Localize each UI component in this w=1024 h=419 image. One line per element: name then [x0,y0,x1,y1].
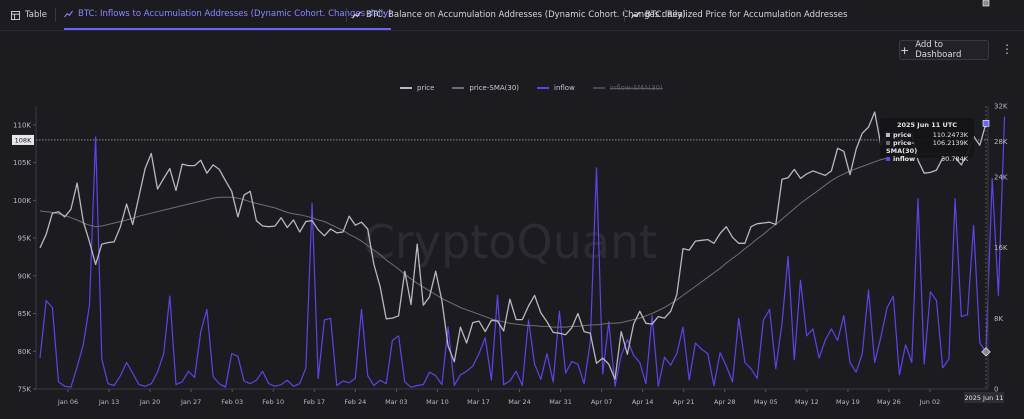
x-tick-label: May 19 [836,398,860,406]
x-tick-label: Jan 20 [139,398,160,406]
tooltip-swatch [886,133,890,137]
x-tick-label: Feb 10 [262,398,284,406]
left-tick-label: 100K [13,197,31,205]
x-tick-label: May 12 [795,398,819,406]
x-tick-label: Feb 03 [221,398,243,406]
left-tick-label: 80K [18,348,32,356]
chart-canvas[interactable]: CryptoQuant 75K80K85K90K95K100K105K110K0… [0,0,1024,419]
watermark: CryptoQuant [363,215,657,269]
x-tick-label: May 26 [877,398,901,406]
right-tick-label: 16K [994,244,1008,252]
x-tick-label: Apr 14 [632,398,654,406]
x-tick-label: Apr 21 [673,398,695,406]
right-tick-label: 24K [994,173,1008,181]
hover-point-price [982,120,990,127]
right-tick-label: 32K [994,103,1008,111]
x-tick-label: Jan 06 [57,398,78,406]
x-tick-label: Apr 28 [714,398,736,406]
x-tick-label: Mar 17 [467,398,490,406]
tooltip-swatch [886,157,890,161]
x-tick-label: Mar 03 [385,398,408,406]
tooltip-key: price-SMA(30) [886,139,918,155]
x-tick-label: May 05 [754,398,778,406]
reference-label: 108K [15,136,32,144]
tooltip-value: 110.2473K [932,131,968,139]
hover-marker: 2025 Jun 11 [964,0,1004,403]
x-tick-label: Feb 17 [303,398,325,406]
tooltip-row-price-sma: price-SMA(30) 106.2139K [886,139,968,155]
x-tick-label: Jan 27 [180,398,201,406]
x-tick-label: Feb 24 [344,398,366,406]
x-tick-label: Mar 24 [508,398,531,406]
tooltip-key: inflow [893,155,916,163]
tooltip-swatch [886,141,890,145]
right-tick-label: 28K [994,138,1008,146]
x-tick-label: Jan 13 [98,398,119,406]
tooltip-key: price [893,131,912,139]
tooltip-row-inflow: inflow 30.784K [886,155,968,163]
tooltip-value: 106.2139K [932,139,968,147]
left-tick-label: 75K [18,386,32,394]
x-tick-label: Jun 02 [919,398,941,406]
tooltip-date: 2025 Jun 11 UTC [896,121,958,129]
tooltip-value: 30.784K [940,155,968,163]
left-tick-label: 105K [13,159,31,167]
left-tick-label: 90K [18,272,32,280]
x-tick-label: Apr 07 [591,398,613,406]
x-tick-label: Mar 31 [549,398,572,406]
left-tick-label: 85K [18,310,32,318]
right-tick-label: 8K [994,315,1003,323]
hover-point-sma [982,0,990,7]
hover-point-inflow [981,347,991,357]
left-tick-label: 110K [13,121,31,129]
x-tick-label: Mar 10 [426,398,449,406]
hover-x-label: 2025 Jun 11 [964,394,1003,402]
tooltip-row-price: price 110.2473K [886,131,968,139]
chart-tooltip: 2025 Jun 11 UTC price 110.2473K price-SM… [880,118,974,163]
left-tick-label: 95K [18,235,32,243]
